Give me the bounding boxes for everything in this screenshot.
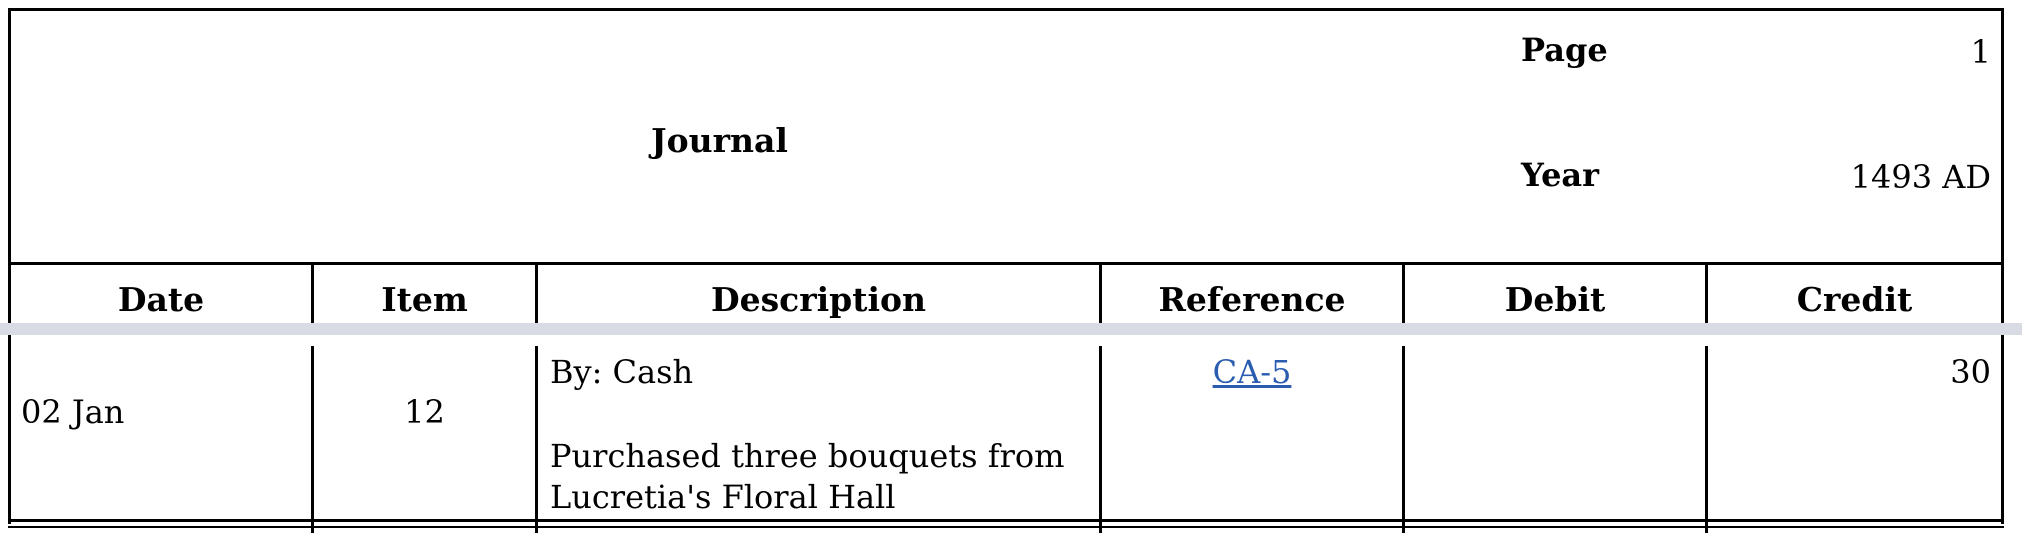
journal-title: Journal [651, 121, 788, 160]
journal-header: Journal Page 1 Year 1493 AD [11, 11, 2001, 265]
page-label: Page [1521, 31, 1608, 69]
table-cell-date: 02 Jan [11, 346, 314, 533]
table-cell-debit [1405, 346, 1708, 533]
year-label: Year [1521, 156, 1600, 194]
page-number: 1 [1970, 33, 1991, 71]
entry-description-note: Purchased three bouquets from Lucretia's… [550, 437, 1065, 516]
entry-description-by: By: Cash [550, 353, 694, 391]
reference-link[interactable]: CA-5 [1102, 353, 1402, 391]
table-cell-item: 12 [314, 346, 538, 533]
table-cell-reference: CA-5 [1102, 346, 1405, 533]
table-cell-description: By: Cash Purchased three bouquets from L… [538, 346, 1102, 533]
year-value: 1493 AD [1850, 158, 1991, 196]
entry-item-number: 12 [404, 393, 445, 431]
table-bottom-rule-double [8, 526, 2004, 528]
journal-page: Journal Page 1 Year 1493 AD Date Item De… [8, 8, 2004, 533]
entry-date: 02 Jan [21, 393, 125, 431]
table-cell-credit: 30 [1708, 346, 2001, 533]
entry-credit: 30 [1950, 353, 1991, 391]
row-divider-band [0, 323, 2022, 335]
table-bottom-rule [8, 519, 2004, 522]
